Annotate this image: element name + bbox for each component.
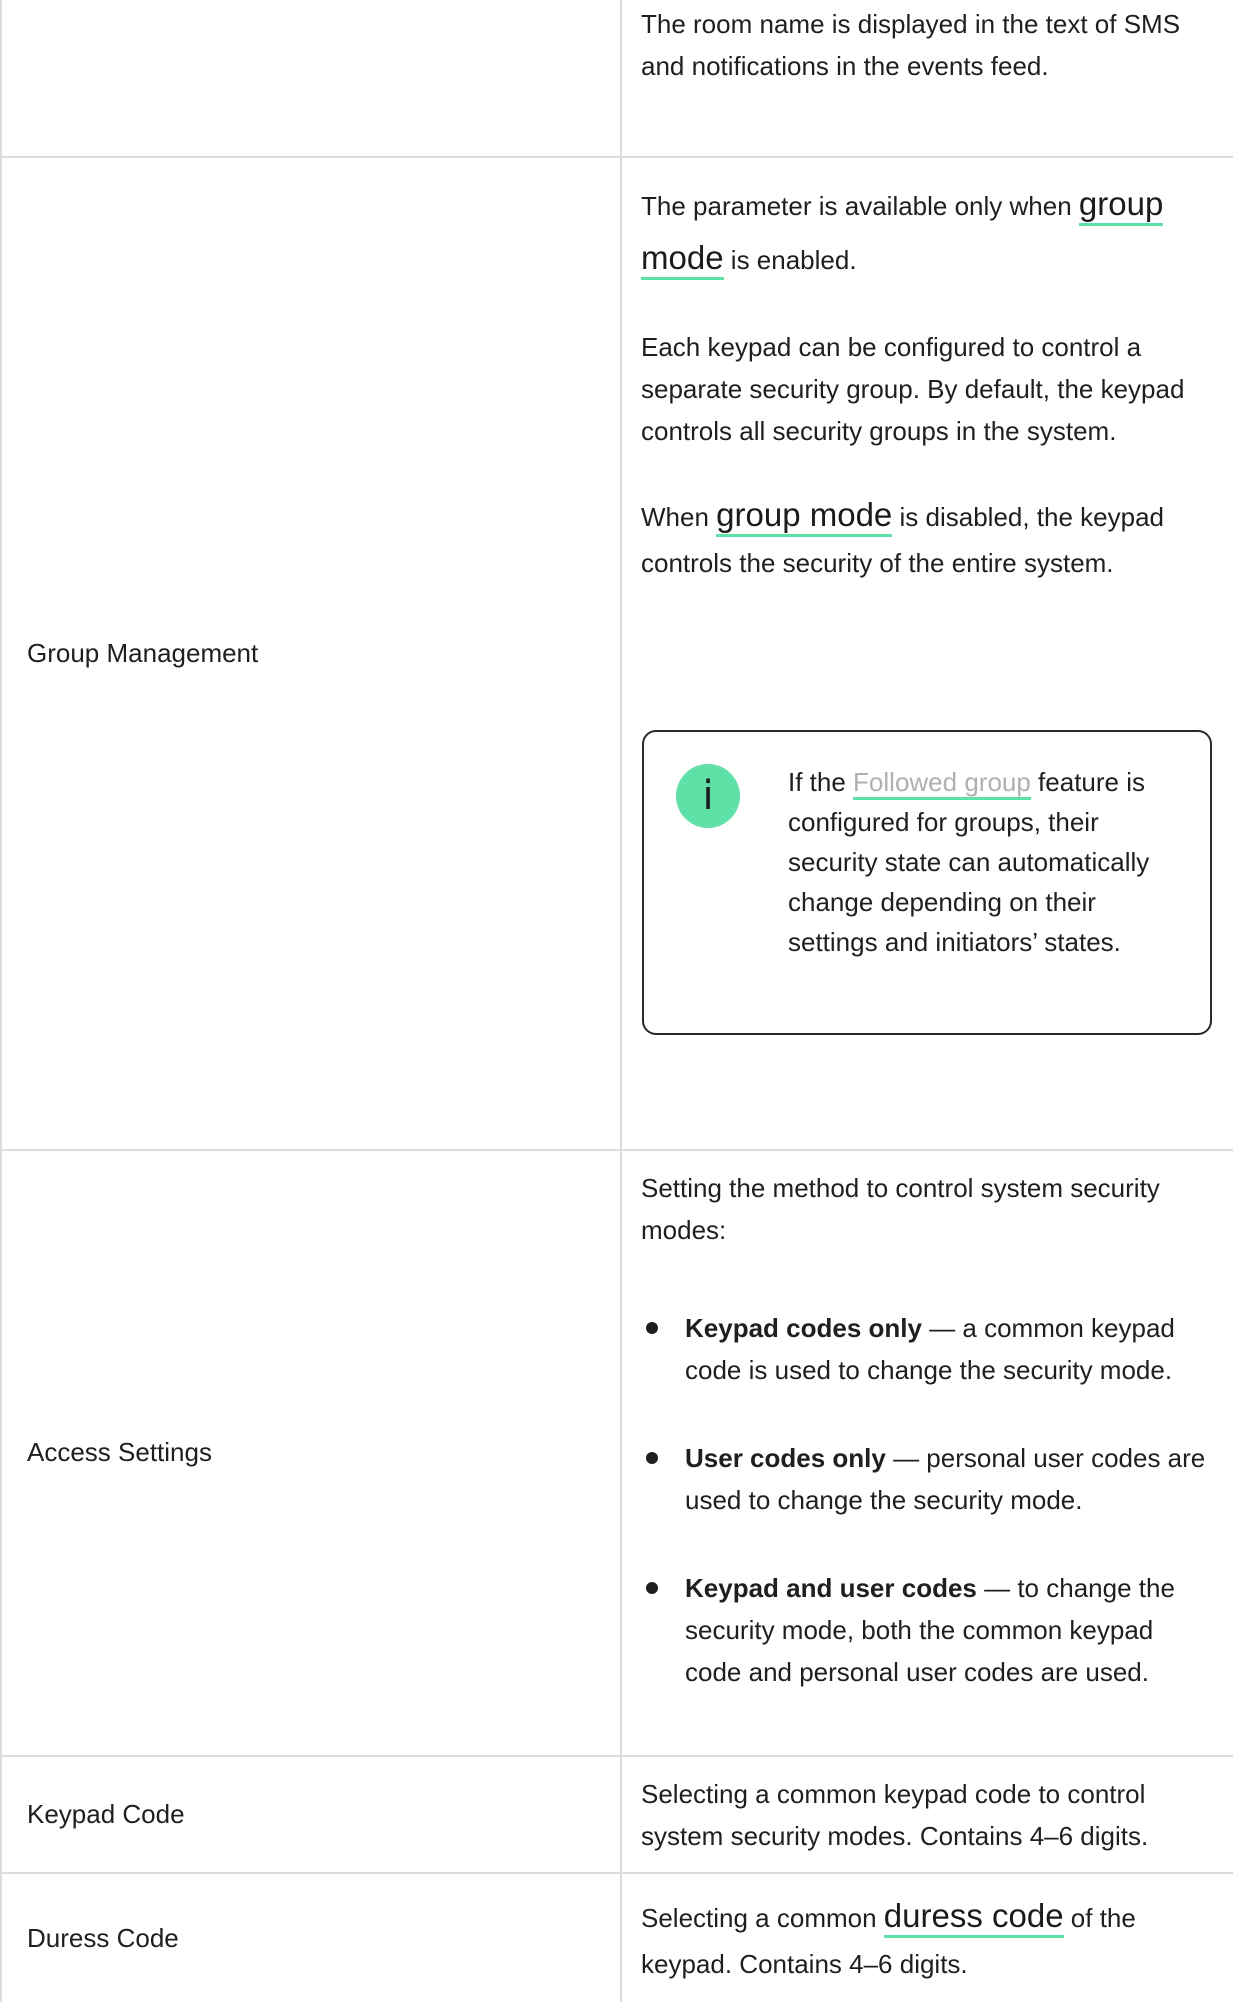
access-settings-description: Setting the method to control system sec… [641,1167,1216,1693]
duress-code-label: Duress Code [27,1923,179,1953]
row-divider [0,1872,1233,1874]
access-settings-intro: Setting the method to control system sec… [641,1173,1160,1245]
group-management-description: The parameter is available only when gro… [641,178,1216,586]
info-icon: i [676,764,740,828]
room-description-text: The room name is displayed in the text o… [641,9,1181,81]
list-item: Keypad codes only — a common keypad code… [641,1307,1216,1391]
info-callout-text: If the Followed group feature is configu… [788,767,1150,957]
duress-code-text: Selecting a common duress code of the ke… [641,1897,1136,1979]
row-divider [0,156,1233,158]
column-divider [620,0,622,2002]
group-management-label: Group Management [27,638,259,668]
list-item: Keypad and user codes — to change the se… [641,1567,1216,1693]
followed-group-link[interactable]: Followed group [853,767,1031,800]
left-border [0,0,2,2002]
duress-code-link[interactable]: duress code [883,1897,1064,1938]
group-mode-link[interactable]: group mode [716,496,893,537]
keypad-code-text: Selecting a common keypad code to contro… [641,1779,1149,1851]
keypad-code-label: Keypad Code [27,1799,185,1829]
parameters-table: The room name is displayed in the text o… [0,0,1233,2002]
info-callout: i If the Followed group feature is confi… [642,730,1212,1035]
access-options-list: Keypad codes only — a common keypad code… [641,1307,1216,1693]
row-divider [0,1755,1233,1757]
group-mode-disabled-note: When group mode is disabled, the keypad … [641,496,1165,578]
keypad-code-description: Selecting a common keypad code to contro… [641,1773,1216,1857]
duress-code-description: Selecting a common duress code of the ke… [641,1893,1216,1987]
group-management-explanation: Each keypad can be configured to control… [641,332,1185,446]
list-item: User codes only — personal user codes ar… [641,1437,1216,1521]
room-description: The room name is displayed in the text o… [641,3,1216,87]
access-settings-label: Access Settings [27,1437,212,1467]
group-mode-availability: The parameter is available only when gro… [641,178,1216,286]
row-divider [0,1149,1233,1151]
